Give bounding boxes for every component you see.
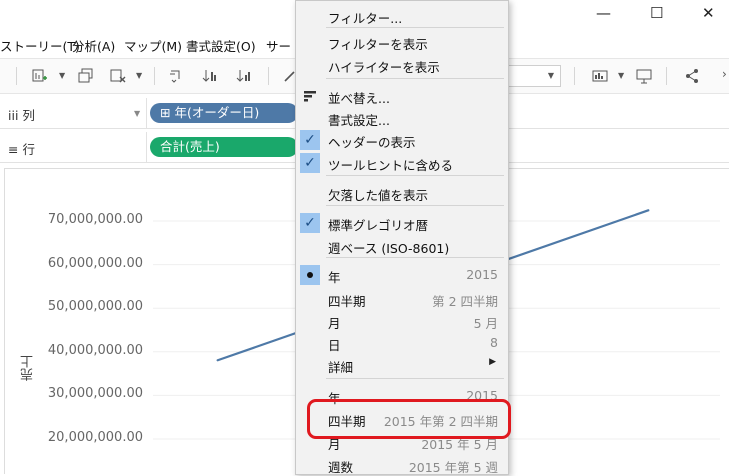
menu-analysis[interactable]: 分析(A) [72,36,115,55]
chevron-down-icon: ▼ [547,71,554,80]
data-point[interactable] [216,360,218,362]
menu-item-show-header[interactable]: ✓ ヘッダーの表示 [296,129,508,151]
menu-separator [326,205,504,206]
menu-item-value: 5 月 [473,316,498,331]
maximize-button[interactable]: ☐ [650,4,663,22]
menu-item-year[interactable]: 年 2015 [296,264,508,286]
menu-item-label: 日 [328,338,341,353]
shelf-divider [146,132,147,162]
menu-item-sort[interactable]: 並べ替え... [296,85,508,107]
year-order-date-pill[interactable]: ⊞ 年(オーダー日) [150,103,298,123]
share-icon[interactable] [684,68,700,84]
chevron-down-icon[interactable]: ▼ [134,109,140,118]
close-button[interactable]: ✕ [702,4,715,22]
chevron-down-icon[interactable]: ▼ [59,71,65,80]
menu-item-detail[interactable]: 詳細 ▶ [296,354,508,376]
swap-icon[interactable] [168,68,184,84]
duplicate-sheet-icon[interactable] [78,68,94,84]
menu-item-format[interactable]: 書式設定... [296,107,508,129]
minimize-button[interactable]: — [596,4,611,22]
toolbar-separator [16,67,17,85]
menu-format[interactable]: 書式設定(O) [186,36,256,55]
menu-item-label: ヘッダーの表示 [328,135,416,150]
menu-item-iso-8601[interactable]: 週ベース (ISO-8601) [296,235,508,257]
menu-item-value: 2015 [466,267,498,282]
menu-item-value: 第 2 四半期 [432,294,498,309]
menu-item-show-missing-values[interactable]: 欠落した値を表示 [296,182,508,204]
menu-server[interactable]: サー [266,36,291,55]
menu-item-label: 週ベース (ISO-8601) [328,241,450,256]
highlight-annotation [307,399,511,439]
menu-story[interactable]: ストーリー(T) [0,36,80,55]
fit-dropdown[interactable]: ▼ [507,65,561,87]
toolbar-separator [268,67,269,85]
toolbar-separator [154,67,155,85]
menu-separator [326,175,504,176]
menu-item-value: 2015 年第 5 週 [408,460,498,475]
menu-item-label: 詳細 [328,360,354,375]
shelf-divider [146,98,147,128]
menu-separator [326,78,504,79]
menu-item-month[interactable]: 月 5 月 [296,310,508,332]
sort-descending-icon[interactable] [236,68,252,84]
menu-item-label: 年 [328,270,341,285]
bullet-icon [300,265,320,285]
menu-item-label: 書式設定... [328,113,390,128]
menu-item-label: ツールヒントに含める [328,158,454,173]
rows-shelf-label: ≡ 行 [8,142,35,157]
menu-item-filter[interactable]: フィルター... [296,5,508,27]
menu-item-show-filter[interactable]: フィルターを表示 [296,31,508,53]
menu-separator [326,257,504,258]
new-worksheet-icon[interactable] [32,68,48,84]
menu-item-label: 欠落した値を表示 [328,188,429,203]
sum-sales-pill[interactable]: 合計(売上) [150,137,298,157]
data-point[interactable] [648,209,650,211]
menu-item-label: 並べ替え... [328,91,390,106]
menu-separator [326,378,504,379]
menu-item-show-highlighter[interactable]: ハイライターを表示 [296,54,508,76]
menu-item-label: 週数 [328,460,354,475]
sort-icon [304,90,316,102]
toolbar-separator [574,67,575,85]
menu-item-standard-gregorian[interactable]: ✓ 標準グレゴリオ暦 [296,212,508,234]
menu-item-day[interactable]: 日8 [296,332,508,354]
menu-item-label: フィルター... [328,11,403,26]
menu-item-label: 四半期 [328,294,366,309]
toolbar-separator [666,67,667,85]
menu-item-include-tooltip[interactable]: ✓ ツールヒントに含める [296,152,508,174]
clear-sheet-icon[interactable] [110,68,126,84]
menu-item-label: 月 [328,316,341,331]
chevron-down-icon[interactable]: ▼ [136,71,142,80]
menu-item-value: 8 [490,335,498,350]
sort-ascending-icon[interactable] [202,68,218,84]
columns-shelf-label: iii 列 [8,108,35,123]
submenu-arrow-icon: ▶ [489,357,496,367]
menu-item-label: ハイライターを表示 [328,60,440,75]
menu-item-label: フィルターを表示 [328,37,428,52]
menu-map[interactable]: マップ(M) [124,36,182,55]
checkmark-icon: ✓ [300,130,320,150]
overflow-icon[interactable]: › [722,67,727,81]
chevron-down-icon[interactable]: ▼ [618,71,624,80]
checkmark-icon: ✓ [300,213,320,233]
menu-separator [326,27,504,28]
menu-item-label: 標準グレゴリオ暦 [328,218,429,233]
menu-item-quarter[interactable]: 四半期 第 2 四半期 [296,288,508,310]
checkmark-icon: ✓ [300,153,320,173]
show-me-icon[interactable] [592,68,608,84]
presentation-icon[interactable] [636,68,652,84]
